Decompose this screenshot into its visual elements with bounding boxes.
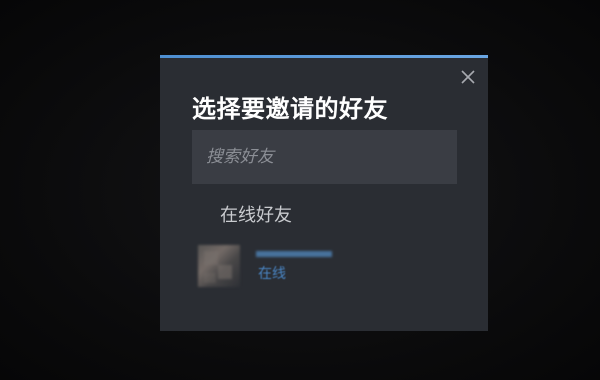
- online-friends-header: 在线好友: [220, 205, 292, 226]
- dialog-title: 选择要邀请的好友: [192, 95, 388, 123]
- invite-friends-dialog: 选择要邀请的好友 在线好友 在线: [160, 55, 488, 331]
- close-button[interactable]: [458, 67, 478, 87]
- friend-name-obscured: [256, 251, 332, 257]
- avatar: [198, 245, 240, 287]
- friend-list-item[interactable]: 在线: [198, 241, 448, 291]
- dialog-accent-bar: [160, 55, 488, 58]
- friend-status: 在线: [258, 266, 286, 282]
- search-friends-input[interactable]: [192, 130, 457, 184]
- close-icon: [461, 70, 475, 84]
